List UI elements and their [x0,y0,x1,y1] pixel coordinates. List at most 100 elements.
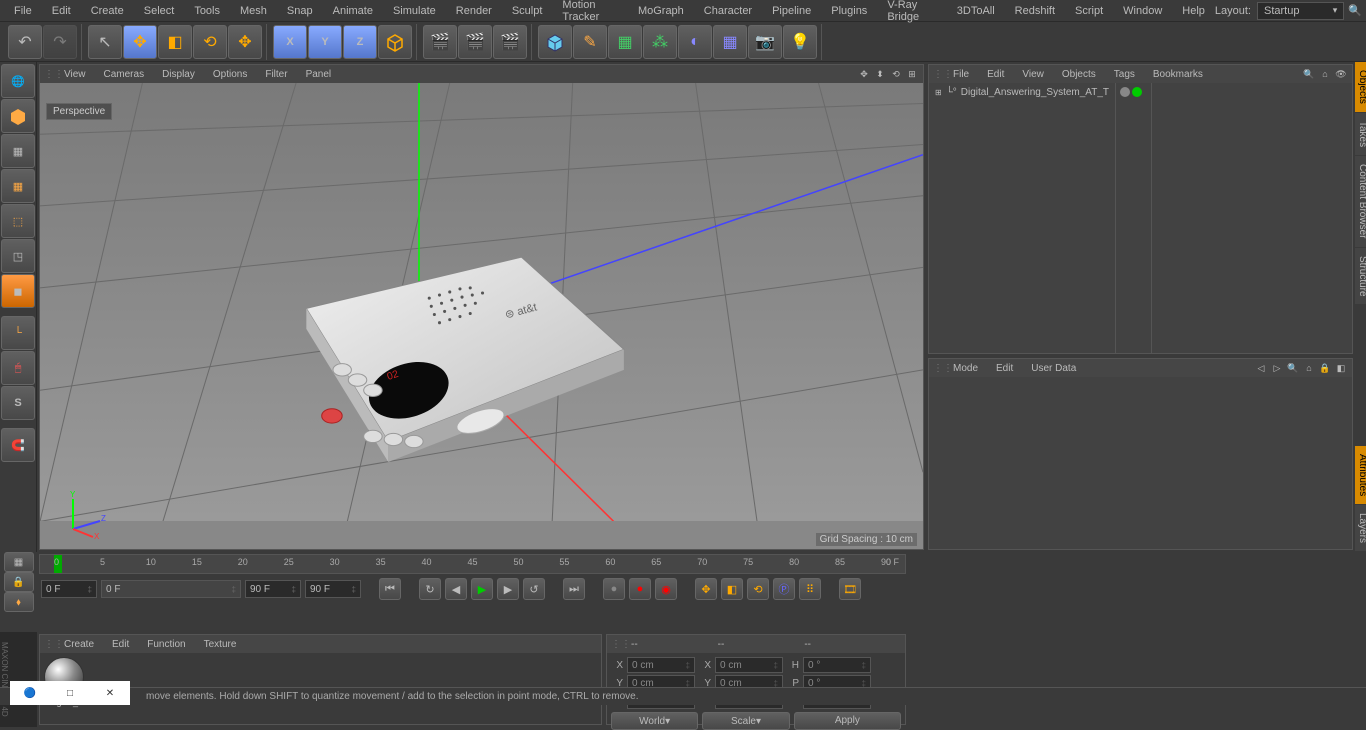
point-mode-button[interactable]: ⬚ [1,204,35,238]
array-button[interactable]: ⁂ [643,25,677,59]
light-button[interactable]: 💡 [783,25,817,59]
menu-animate[interactable]: Animate [323,2,383,20]
attr-nav-fwd-icon[interactable]: ▷ [1270,361,1284,375]
floor-button[interactable]: ▦ [713,25,747,59]
model-mode-button[interactable] [1,99,35,133]
cube-primitive-button[interactable] [538,25,572,59]
attr-search-icon[interactable]: 🔍 [1286,361,1300,375]
vp-menu-display[interactable]: Display [154,67,203,82]
menu-help[interactable]: Help [1172,2,1215,20]
menu-vray[interactable]: V-Ray Bridge [877,0,946,26]
pen-tool-button[interactable]: ✎ [573,25,607,59]
menu-sculpt[interactable]: Sculpt [502,2,553,20]
mat-menu-create[interactable]: Create [56,637,102,652]
key-scale-button[interactable]: ◧ [721,578,743,600]
render-pv-button[interactable]: 🎬 [458,25,492,59]
obj-search-icon[interactable]: 🔍 [1302,67,1316,81]
vp-menu-cameras[interactable]: Cameras [96,67,153,82]
snap-toggle-button[interactable]: S [1,386,35,420]
menu-3dtoall[interactable]: 3DToAll [947,2,1005,20]
obj-home-icon[interactable]: ⌂ [1318,67,1332,81]
rotate-button[interactable]: ⟲ [193,25,227,59]
render-settings-button[interactable]: 🎬 [493,25,527,59]
menu-mograph[interactable]: MoGraph [628,2,694,20]
y-axis-button[interactable]: Y [308,25,342,59]
tl-lock-button[interactable]: 🔒 [4,572,34,592]
scale-button[interactable]: ◧ [158,25,192,59]
tl-project-start-input[interactable]: 0 F [41,580,97,598]
coord-scale-dropdown[interactable]: Scale ▾ [702,712,789,730]
vp-layout-icon[interactable]: ⊞ [905,67,919,81]
coord-rot-input[interactable]: 0 ° [803,657,871,673]
coord-system-button[interactable] [378,25,412,59]
magnet-button[interactable]: 🧲 [1,428,35,462]
attr-home-icon[interactable]: ⌂ [1302,361,1316,375]
obj-menu-objects[interactable]: Objects [1054,67,1104,82]
next-frame-button[interactable]: ▶ [497,578,519,600]
render-view-button[interactable]: 🎬 [423,25,457,59]
coord-pos-input[interactable]: 0 cm [627,657,695,673]
texture-mode-button[interactable]: ▦ [1,134,35,168]
x-axis-button[interactable]: X [273,25,307,59]
vp-menu-panel[interactable]: Panel [298,67,340,82]
vp-menu-options[interactable]: Options [205,67,255,82]
record-button[interactable]: ● [603,578,625,600]
goto-start-button[interactable]: ⏮ [379,578,401,600]
menu-motiontracker[interactable]: Motion Tracker [552,0,628,26]
tab-content-browser[interactable]: Content Browser [1355,156,1366,246]
loop-back-button[interactable]: ↻ [419,578,441,600]
workplane-button[interactable]: ▦ [1,169,35,203]
object-tree-item[interactable]: ⊞ └° Digital_Answering_System_AT_T [929,83,1115,102]
poly-mode-button[interactable]: ◼ [1,274,35,308]
tl-current-frame-input[interactable]: 0 F [101,580,241,598]
panel-grip-icon[interactable]: ⋮⋮ [44,69,54,80]
live-select-button[interactable]: ↖ [88,25,122,59]
autokey-button[interactable]: ● [629,578,651,600]
commander-search-icon[interactable]: 🔍 [1348,2,1362,20]
edge-mode-button[interactable]: ◳ [1,239,35,273]
key-pos-button[interactable]: ✥ [695,578,717,600]
attr-panel-grip-icon[interactable]: ⋮⋮ [933,363,943,374]
subdiv-button[interactable]: ▦ [608,25,642,59]
mat-menu-edit[interactable]: Edit [104,637,137,652]
key-pla-button[interactable]: ⠿ [799,578,821,600]
menu-plugins[interactable]: Plugins [821,2,877,20]
vp-rotate-icon[interactable]: ⟲ [889,67,903,81]
coord-mode-dropdown[interactable]: World ▾ [611,712,698,730]
menu-character[interactable]: Character [694,2,762,20]
menu-mesh[interactable]: Mesh [230,2,277,20]
attr-lock-icon[interactable]: 🔒 [1318,361,1332,375]
loop-fwd-button[interactable]: ↺ [523,578,545,600]
vp-menu-filter[interactable]: Filter [257,67,295,82]
menu-window[interactable]: Window [1113,2,1172,20]
menu-simulate[interactable]: Simulate [383,2,446,20]
key-param-button[interactable]: Ⓟ [773,578,795,600]
tl-key-button[interactable]: ⬧ [4,592,34,612]
key-rot-button[interactable]: ⟲ [747,578,769,600]
obj-menu-view[interactable]: View [1014,67,1052,82]
last-tool-button[interactable]: ✥ [228,25,262,59]
attr-menu-edit[interactable]: Edit [988,361,1021,376]
menu-render[interactable]: Render [446,2,502,20]
coord-apply-button[interactable]: Apply [794,712,901,730]
layout-dropdown[interactable]: Startup [1257,2,1344,20]
timeline-ruler[interactable]: 0510152025303540455055606570758085900 F [39,554,906,574]
tab-attributes[interactable]: Attributes [1355,446,1366,504]
visibility-tag-bot[interactable] [1132,87,1142,97]
vp-zoom-icon[interactable]: ⬍ [873,67,887,81]
move-button[interactable]: ✥ [123,25,157,59]
tab-layers[interactable]: Layers [1355,505,1366,551]
deformer-button[interactable]: ◐ [678,25,712,59]
redo-button[interactable]: ↷ [43,25,77,59]
obj-menu-bookmarks[interactable]: Bookmarks [1145,67,1211,82]
tweak-mode-button[interactable]: 🖱 [1,351,35,385]
tab-structure[interactable]: Structure [1355,248,1366,305]
timeline-window-button[interactable]: 🎞 [839,578,861,600]
menu-create[interactable]: Create [81,2,134,20]
prev-frame-button[interactable]: ◀ [445,578,467,600]
goto-end-button[interactable]: ⏭ [563,578,585,600]
camera-button[interactable]: 📷 [748,25,782,59]
obj-panel-grip-icon[interactable]: ⋮⋮ [933,69,943,80]
menu-pipeline[interactable]: Pipeline [762,2,821,20]
menu-edit[interactable]: Edit [42,2,81,20]
